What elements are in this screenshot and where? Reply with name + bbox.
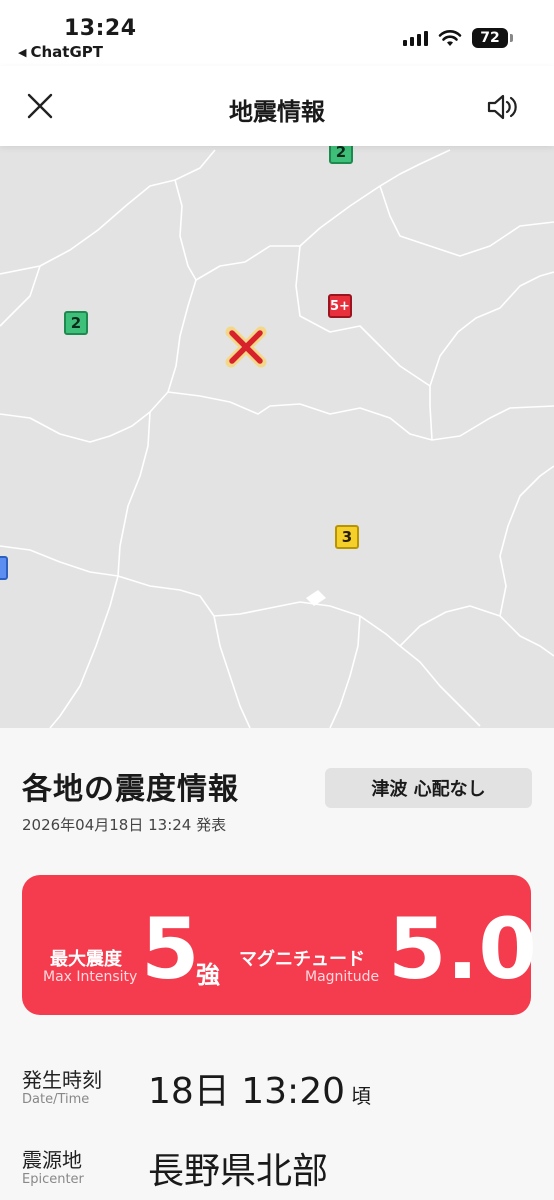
magnitude-value: 5.0 <box>388 900 537 998</box>
page-title: 地震情報 <box>229 98 325 126</box>
published-timestamp: 2026年04月18日 13:24 発表 <box>22 816 227 834</box>
speaker-icon[interactable] <box>486 92 518 122</box>
intensity-marker-2[interactable]: 2 <box>64 311 88 335</box>
cellular-signal-icon <box>403 30 428 46</box>
marker-label: 2 <box>335 146 347 161</box>
epicenter-value: 長野県北部 <box>148 1151 329 1192</box>
back-to-app-link[interactable]: ◀ ChatGPT <box>18 43 103 61</box>
status-bar: 13:24 ◀ ChatGPT 72 <box>0 0 554 66</box>
status-time: 13:24 <box>64 16 137 41</box>
datetime-row: 発生時刻 Date/Time 18日 13:20 頃 <box>22 1060 532 1120</box>
marker-label: 5+ <box>330 298 350 314</box>
datetime-sublabel: Date/Time <box>22 1092 90 1107</box>
max-intensity-unit: 強 <box>196 961 220 989</box>
wifi-icon <box>438 30 462 46</box>
intensity-info-panel: 各地の震度情報 津波 心配なし 2026年04月18日 13:24 発表 最大震… <box>0 728 554 1200</box>
max-intensity-sublabel: Max Intensity <box>43 969 138 985</box>
epicenter-sublabel: Epicenter <box>22 1172 84 1187</box>
max-intensity-value: 5 <box>141 900 200 998</box>
battery-level: 72 <box>480 30 500 46</box>
max-intensity-card: 最大震度 Max Intensity 5 強 マグニチュード Magnitude… <box>22 875 537 1015</box>
datetime-suffix: 頃 <box>351 1084 371 1108</box>
marker-label: 3 <box>341 528 353 546</box>
epicenter-row: 震源地 Epicenter 長野県北部 <box>22 1140 532 1200</box>
back-triangle-icon: ◀ <box>18 45 27 59</box>
max-intensity-label: 最大震度 <box>50 949 122 970</box>
map-borders <box>0 149 554 728</box>
marker-label: 2 <box>70 314 82 332</box>
tsunami-status-badge: 津波 心配なし <box>325 768 532 808</box>
magnitude-sublabel: Magnitude <box>305 969 380 985</box>
epicenter-label: 震源地 <box>22 1148 82 1172</box>
datetime-label: 発生時刻 <box>22 1068 102 1092</box>
battery-icon: 72 <box>472 28 513 48</box>
epicenter-icon <box>225 326 267 368</box>
back-app-label: ChatGPT <box>30 43 103 61</box>
status-icons: 72 <box>403 28 513 48</box>
datetime-value: 18日 13:20 <box>148 1071 345 1112</box>
datetime-value-wrap: 18日 13:20 頃 <box>148 1062 371 1114</box>
intensity-marker-2[interactable]: 2 <box>329 146 353 164</box>
intensity-marker-3[interactable]: 3 <box>335 525 359 549</box>
nav-bar: 地震情報 <box>0 66 554 146</box>
panel-title: 各地の震度情報 <box>22 772 239 807</box>
intensity-marker-5-plus[interactable]: 5+ <box>328 294 352 318</box>
intensity-marker-partial[interactable] <box>0 556 8 580</box>
magnitude-label: マグニチュード <box>239 949 365 970</box>
earthquake-map[interactable]: 2 2 5+ 3 <box>0 146 554 728</box>
